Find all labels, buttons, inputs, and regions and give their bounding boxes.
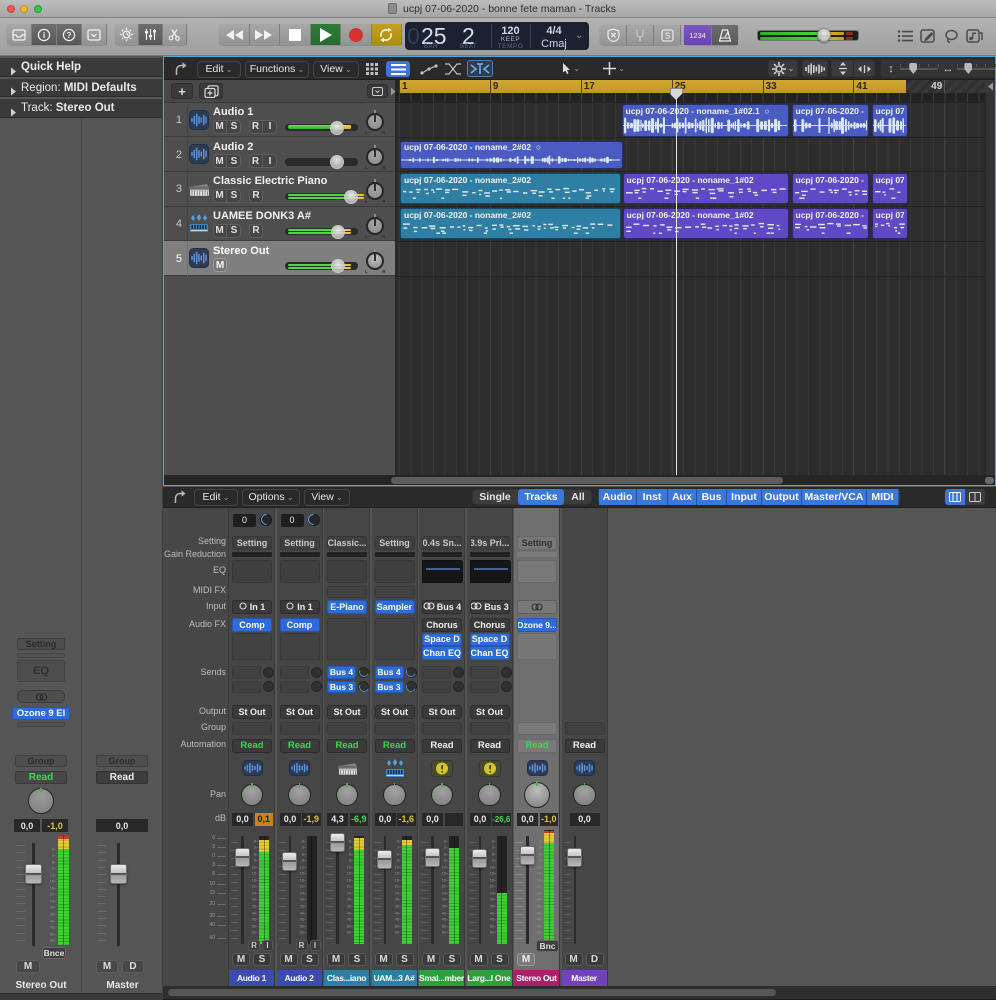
svg-text:S: S xyxy=(664,31,669,40)
svg-text:?: ? xyxy=(66,30,71,40)
svg-text:i: i xyxy=(43,30,45,40)
